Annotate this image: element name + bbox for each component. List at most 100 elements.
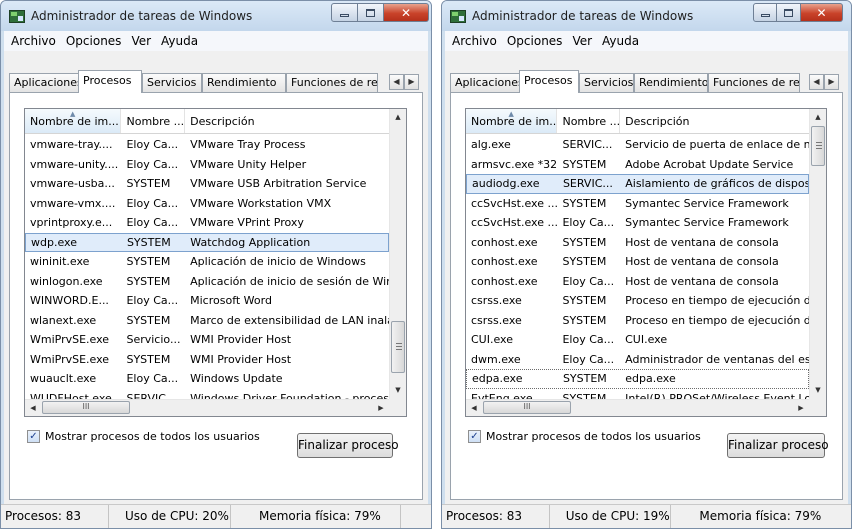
table-row[interactable]: vmware-vmx.... Eloy Ca... VMware Workstati… xyxy=(25,194,389,214)
tab-aplicaciones[interactable]: Aplicaciones xyxy=(9,73,79,92)
tab-rendimiento[interactable]: Rendimiento xyxy=(202,73,286,92)
close-button[interactable]: ✕ xyxy=(384,3,429,22)
tab-funciones-de-red[interactable]: Funciones de red xyxy=(286,73,378,92)
table-row[interactable]: vmware-usba... SYSTEM VMware USB Arbitrati… xyxy=(25,174,389,194)
column-description[interactable]: Descripción xyxy=(185,109,389,133)
scroll-down-icon[interactable]: ▼ xyxy=(390,382,406,399)
scroll-up-icon[interactable]: ▲ xyxy=(390,109,406,126)
processes-page: ▲ Nombre de im... Nombre ... Descripción … xyxy=(450,92,843,500)
hscroll-thumb[interactable]: III xyxy=(483,401,571,414)
tab-procesos[interactable]: Procesos xyxy=(519,70,579,93)
process-list[interactable]: ▲ Nombre de im... Nombre ... Descripción … xyxy=(465,108,827,417)
cell-user-name: Eloy Ca... xyxy=(562,352,615,366)
tab-scroll-left-icon[interactable]: ◀ xyxy=(809,74,824,90)
menu-ver[interactable]: Ver xyxy=(126,34,156,48)
tab-scroll-buttons: ◀ ▶ xyxy=(809,74,839,90)
tab-aplicaciones[interactable]: Aplicaciones xyxy=(450,73,520,92)
table-row[interactable]: WmiPrvSE.exe SYSTEM WMI Provider Host xyxy=(25,350,389,370)
table-row[interactable]: ccSvcHst.exe ... Eloy Ca... Symantec Servi… xyxy=(466,213,809,233)
column-image-name[interactable]: ▲ Nombre de im... xyxy=(25,109,122,133)
menu-ver[interactable]: Ver xyxy=(567,34,597,48)
column-user-name[interactable]: Nombre ... xyxy=(557,109,621,133)
title-bar[interactable]: Administrador de tareas de Windows ✕ xyxy=(442,1,851,31)
scroll-down-icon[interactable]: ▼ xyxy=(810,382,826,399)
column-user-name[interactable]: Nombre ... xyxy=(121,109,186,133)
scroll-up-icon[interactable]: ▲ xyxy=(810,109,826,126)
tab-strip: Aplicaciones Procesos Servicios Rendimie… xyxy=(9,70,423,93)
table-row[interactable]: vprintproxy.e... Eloy Ca... VMware VPrint … xyxy=(25,213,389,233)
checkmark-icon[interactable]: ✓ xyxy=(27,430,40,443)
scroll-left-icon[interactable]: ◀ xyxy=(25,400,41,416)
table-row[interactable]: WINWORD.E... Eloy Ca... Microsoft Word xyxy=(25,291,389,311)
scroll-right-icon[interactable]: ▶ xyxy=(373,400,389,416)
menu-ayuda[interactable]: Ayuda xyxy=(597,34,644,48)
table-row[interactable]: wuauclt.exe Eloy Ca... Windows Update xyxy=(25,369,389,389)
vertical-scrollbar[interactable]: ▲ ▼ xyxy=(809,109,826,399)
tab-scroll-left-icon[interactable]: ◀ xyxy=(389,74,404,90)
horizontal-scrollbar[interactable]: ◀ III ▶ xyxy=(466,399,826,416)
minimize-button[interactable] xyxy=(753,3,777,22)
minimize-button[interactable] xyxy=(331,3,358,22)
table-row[interactable]: ccSvcHst.exe ... SYSTEM Symantec Service F… xyxy=(466,194,809,214)
process-list[interactable]: ▲ Nombre de im... Nombre ... Descripción … xyxy=(24,108,407,417)
scroll-right-icon[interactable]: ▶ xyxy=(793,400,809,416)
table-row[interactable]: csrss.exe SYSTEM Proceso en tiempo de ejec… xyxy=(466,311,809,331)
processes-page: ▲ Nombre de im... Nombre ... Descripción … xyxy=(9,92,423,500)
menu-ayuda[interactable]: Ayuda xyxy=(156,34,203,48)
table-row[interactable]: edpa.exe SYSTEM edpa.exe xyxy=(466,369,809,389)
cell-user-name: Eloy Ca... xyxy=(562,333,615,347)
table-row[interactable]: wdp.exe SYSTEM Watchdog Application xyxy=(25,232,389,252)
cell-description: Watchdog Application xyxy=(190,235,311,249)
end-process-button[interactable]: Finalizar proceso xyxy=(297,433,399,458)
table-row[interactable]: CUI.exe Eloy Ca... CUI.exe xyxy=(466,330,809,350)
table-row[interactable]: audiodg.exe SERVIC... Aislamiento de gráfi… xyxy=(466,174,809,194)
maximize-button[interactable] xyxy=(358,3,384,22)
vertical-scrollbar[interactable]: ▲ ▼ xyxy=(389,109,406,399)
tab-procesos[interactable]: Procesos xyxy=(78,70,142,93)
table-row[interactable]: vmware-tray.... Eloy Ca... VMware Tray Pro… xyxy=(25,135,389,155)
tab-scroll-right-icon[interactable]: ▶ xyxy=(404,74,419,90)
scroll-thumb[interactable] xyxy=(391,321,405,373)
scroll-left-icon[interactable]: ◀ xyxy=(466,400,482,416)
table-row[interactable]: conhost.exe SYSTEM Host de ventana de cons… xyxy=(466,252,809,272)
tab-servicios[interactable]: Servicios xyxy=(579,73,634,92)
show-all-users-option[interactable]: ✓ Mostrar procesos de todos los usuarios xyxy=(27,430,260,443)
table-row[interactable]: vmware-unity.... Eloy Ca... VMware Unity H… xyxy=(25,155,389,175)
checkmark-icon[interactable]: ✓ xyxy=(468,430,481,443)
column-description[interactable]: Descripción xyxy=(620,109,809,133)
tab-rendimiento[interactable]: Rendimiento xyxy=(634,73,708,92)
menu-opciones[interactable]: Opciones xyxy=(61,34,127,48)
cell-image-name: wininit.exe xyxy=(30,255,90,269)
show-all-users-option[interactable]: ✓ Mostrar procesos de todos los usuarios xyxy=(468,430,701,443)
menu-archivo[interactable]: Archivo xyxy=(6,34,61,48)
maximize-icon xyxy=(784,8,793,17)
sort-up-icon: ▲ xyxy=(70,110,76,118)
horizontal-scrollbar[interactable]: ◀ III ▶ xyxy=(25,399,406,416)
tab-scroll-right-icon[interactable]: ▶ xyxy=(824,74,839,90)
end-process-button[interactable]: Finalizar proceso xyxy=(727,433,829,458)
close-button[interactable]: ✕ xyxy=(801,3,843,22)
table-row[interactable]: wininit.exe SYSTEM Aplicación de inicio de… xyxy=(25,252,389,272)
table-row[interactable]: conhost.exe Eloy Ca... Host de ventana de … xyxy=(466,272,809,292)
tab-funciones-de-red[interactable]: Funciones de red xyxy=(708,73,800,92)
scroll-thumb[interactable] xyxy=(811,126,825,166)
menu-opciones[interactable]: Opciones xyxy=(502,34,568,48)
tab-servicios[interactable]: Servicios xyxy=(142,73,202,92)
list-header: ▲ Nombre de im... Nombre ... Descripción xyxy=(466,109,809,134)
table-row[interactable]: alg.exe SERVIC... Servicio de puerta de en… xyxy=(466,135,809,155)
table-row[interactable]: armsvc.exe *32 SYSTEM Adobe Acrobat Update… xyxy=(466,155,809,175)
maximize-button[interactable] xyxy=(777,3,801,22)
cell-image-name: vmware-usba... xyxy=(30,177,115,191)
table-row[interactable]: conhost.exe SYSTEM Host de ventana de cons… xyxy=(466,233,809,253)
hscroll-thumb[interactable]: III xyxy=(42,401,130,414)
cell-description: Microsoft Word xyxy=(190,294,272,308)
table-row[interactable]: csrss.exe SYSTEM Proceso en tiempo de ejec… xyxy=(466,291,809,311)
resize-grip[interactable] xyxy=(401,505,431,528)
table-row[interactable]: dwm.exe Eloy Ca... Administrador de ventan… xyxy=(466,350,809,370)
title-bar[interactable]: Administrador de tareas de Windows ✕ xyxy=(1,1,431,31)
column-image-name[interactable]: ▲ Nombre de im... xyxy=(466,109,558,133)
menu-archivo[interactable]: Archivo xyxy=(447,34,502,48)
table-row[interactable]: winlogon.exe SYSTEM Aplicación de inicio d… xyxy=(25,272,389,292)
table-row[interactable]: WmiPrvSE.exe Servicio... WMI Provider Host xyxy=(25,330,389,350)
table-row[interactable]: wlanext.exe SYSTEM Marco de extensibilidad… xyxy=(25,311,389,331)
